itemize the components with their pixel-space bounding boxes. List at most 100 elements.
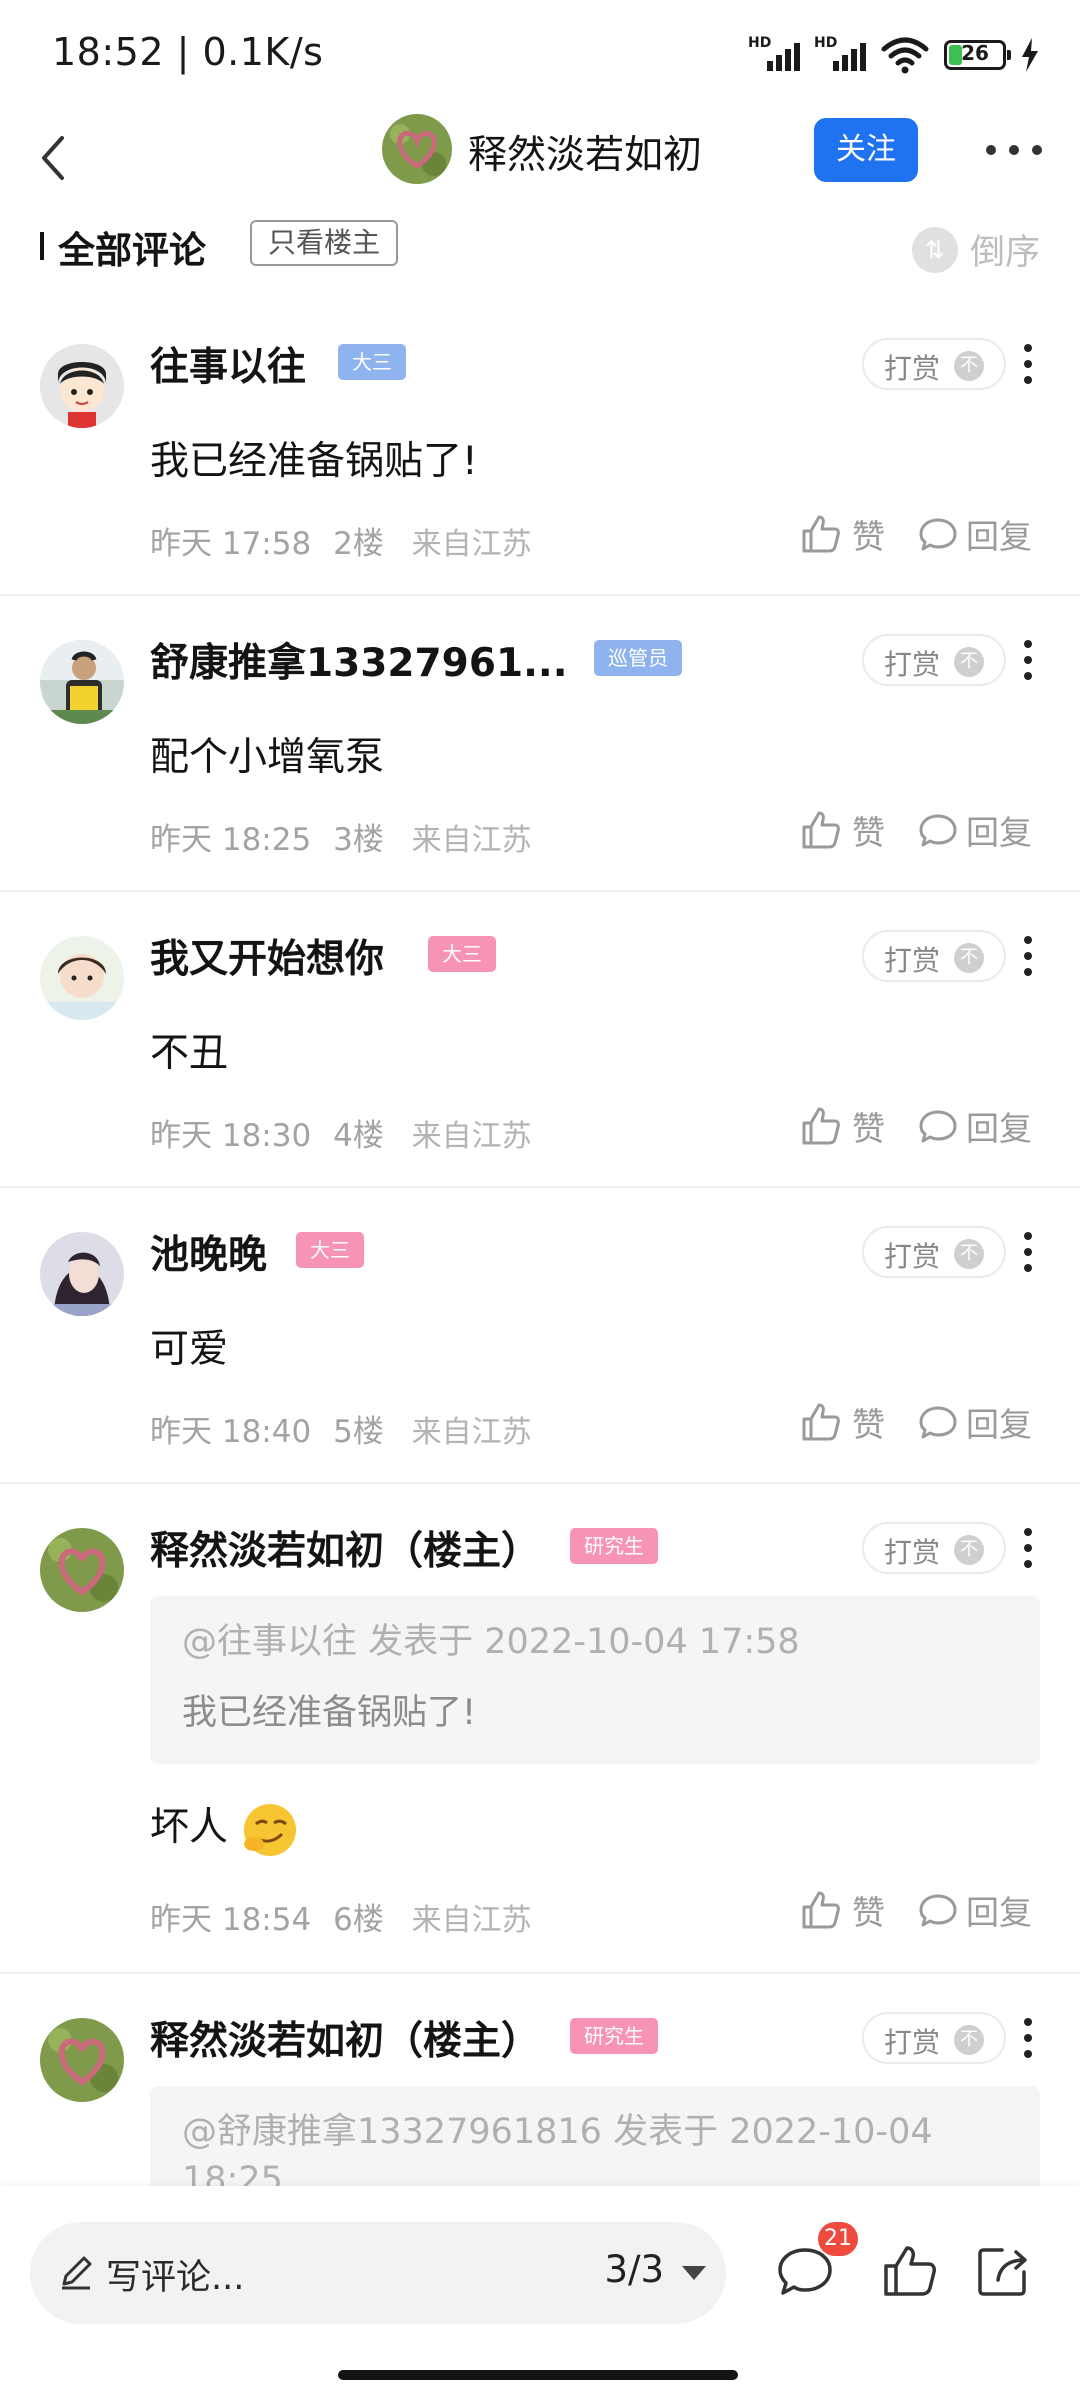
- page-indicator[interactable]: 3/3: [604, 2248, 664, 2291]
- top-nav: 释然淡若如初 关注: [0, 110, 1080, 210]
- reply-button[interactable]: 回复: [918, 1102, 1032, 1150]
- avatar[interactable]: [40, 1528, 124, 1612]
- like-button[interactable]: 赞: [800, 1102, 885, 1150]
- signal-icon-2: HD: [814, 35, 866, 75]
- like-label: 赞: [852, 813, 885, 852]
- comment-text: 坏人: [150, 1805, 229, 1850]
- tip-button[interactable]: 打赏 不: [862, 634, 1006, 686]
- tip-button[interactable]: 打赏 不: [862, 930, 1006, 982]
- battery-level: 26: [961, 41, 989, 65]
- sort-icon: ⇅: [911, 226, 958, 273]
- all-comments-tab[interactable]: 全部评论: [58, 220, 206, 274]
- level-badge: 大三: [428, 936, 496, 972]
- comment-time: 昨天 17:58: [150, 526, 312, 562]
- coin-icon: 不: [954, 943, 984, 973]
- more-options-icon[interactable]: [1024, 344, 1034, 384]
- comment-text: 可爱: [150, 1327, 229, 1372]
- thumbs-up-icon: [802, 515, 840, 553]
- tip-label: 打赏: [884, 352, 941, 385]
- reply-button[interactable]: 回复: [918, 806, 1032, 854]
- caret-down-icon[interactable]: [682, 2266, 706, 2280]
- avatar[interactable]: [40, 1232, 124, 1316]
- follow-button[interactable]: 关注: [814, 118, 918, 182]
- reply-button[interactable]: 回复: [918, 1398, 1032, 1446]
- comment-placeholder: 写评论...: [106, 2258, 245, 2298]
- role-badge: 巡管员: [594, 640, 682, 676]
- reply-button[interactable]: 回复: [918, 1886, 1032, 1934]
- tip-button[interactable]: 打赏 不: [862, 1226, 1006, 1278]
- comment-meta: 昨天 18:30 4楼 来自江苏: [150, 1110, 532, 1155]
- more-options-icon[interactable]: [1024, 1232, 1034, 1272]
- location: 来自江苏: [411, 823, 532, 858]
- comment-count-badge: 21: [818, 2222, 858, 2256]
- reply-button[interactable]: 回复: [918, 510, 1032, 558]
- sort-button[interactable]: ⇅ 倒序: [911, 224, 1040, 275]
- reply-bubble-icon: [919, 1110, 957, 1143]
- share-icon[interactable]: [972, 2240, 1034, 2302]
- more-options-icon[interactable]: [1024, 2018, 1034, 2058]
- more-options-icon[interactable]: [1024, 640, 1034, 680]
- avatar[interactable]: [40, 2018, 124, 2102]
- location: 来自江苏: [411, 1415, 532, 1450]
- more-icon[interactable]: [986, 140, 1042, 160]
- username[interactable]: 释然淡若如初（楼主）: [150, 2010, 540, 2066]
- comment-time: 昨天 18:54: [150, 1902, 312, 1938]
- username[interactable]: 往事以往: [150, 336, 306, 392]
- comment-filter-bar: 全部评论 只看楼主 ⇅ 倒序: [0, 210, 1080, 285]
- quoted-comment[interactable]: @往事以往 发表于 2022-10-04 17:58 我已经准备锅贴了!: [150, 1596, 1040, 1764]
- comment-text: 配个小增氧泵: [150, 735, 385, 780]
- quoted-comment[interactable]: @舒康推拿13327961816 发表于 2022-10-04 18:25: [150, 2086, 1040, 2186]
- thumbs-up-icon: [802, 811, 840, 849]
- location: 来自江苏: [411, 1903, 532, 1938]
- like-button[interactable]: 赞: [800, 1398, 885, 1446]
- comment-meta: 昨天 17:58 2楼 来自江苏: [150, 518, 532, 563]
- avatar[interactable]: [40, 344, 124, 428]
- comment-time: 昨天 18:25: [150, 822, 312, 858]
- username[interactable]: 池晚晚: [150, 1224, 267, 1280]
- status-bar: 18:52 | 0.1K/s HD HD 26: [0, 0, 1080, 110]
- username[interactable]: 舒康推拿13327961...: [150, 632, 568, 688]
- username[interactable]: 我又开始想你: [150, 928, 384, 984]
- tip-button[interactable]: 打赏 不: [862, 1522, 1006, 1574]
- level-badge: 研究生: [570, 2018, 658, 2054]
- comment-time: 昨天 18:40: [150, 1414, 312, 1450]
- home-indicator[interactable]: [338, 2370, 738, 2380]
- tip-button[interactable]: 打赏 不: [862, 338, 1006, 390]
- comment-text-row: 坏人: [150, 1796, 300, 1860]
- comment-item: 舒康推拿13327961... 巡管员 打赏 不 配个小增氧泵 昨天 18:25…: [0, 596, 1080, 892]
- username[interactable]: 释然淡若如初（楼主）: [150, 1520, 540, 1576]
- reply-label: 回复: [966, 1405, 1032, 1444]
- only-op-button[interactable]: 只看楼主: [250, 220, 399, 266]
- avatar[interactable]: [382, 114, 452, 184]
- like-button[interactable]: 赞: [800, 510, 885, 558]
- level-badge: 大三: [296, 1232, 364, 1268]
- like-button[interactable]: 赞: [800, 1886, 885, 1934]
- tip-button[interactable]: 打赏 不: [862, 2012, 1006, 2064]
- comment-input[interactable]: 写评论... 3/3: [30, 2222, 726, 2324]
- thumbs-up-icon: [802, 1403, 840, 1441]
- avatar[interactable]: [40, 640, 124, 724]
- reply-bubble-icon: [919, 1894, 957, 1927]
- more-options-icon[interactable]: [1024, 1528, 1034, 1568]
- coin-icon: 不: [954, 1239, 984, 1269]
- reply-bubble-icon: [919, 1406, 957, 1439]
- reply-label: 回复: [966, 813, 1032, 852]
- like-button[interactable]: 赞: [800, 806, 885, 854]
- level-badge: 研究生: [570, 1528, 658, 1564]
- signal-icon: HD: [748, 35, 800, 75]
- status-icons: HD HD 26: [748, 30, 1040, 80]
- back-icon[interactable]: [24, 128, 84, 188]
- comment-meta: 昨天 18:54 6楼 来自江苏: [150, 1894, 532, 1939]
- floor-number: 4楼: [333, 1118, 384, 1154]
- pencil-icon: [62, 2256, 92, 2290]
- avatar[interactable]: [40, 936, 124, 1020]
- header-title[interactable]: 释然淡若如初: [468, 124, 702, 180]
- reply-label: 回复: [966, 1893, 1032, 1932]
- coin-icon: 不: [954, 351, 984, 381]
- smirk-emoji-icon: [244, 1803, 297, 1856]
- like-label: 赞: [852, 517, 885, 556]
- like-post-icon[interactable]: [878, 2240, 940, 2302]
- floor-number: 5楼: [333, 1414, 384, 1450]
- comment-time: 昨天 18:30: [150, 1118, 312, 1154]
- more-options-icon[interactable]: [1024, 936, 1034, 976]
